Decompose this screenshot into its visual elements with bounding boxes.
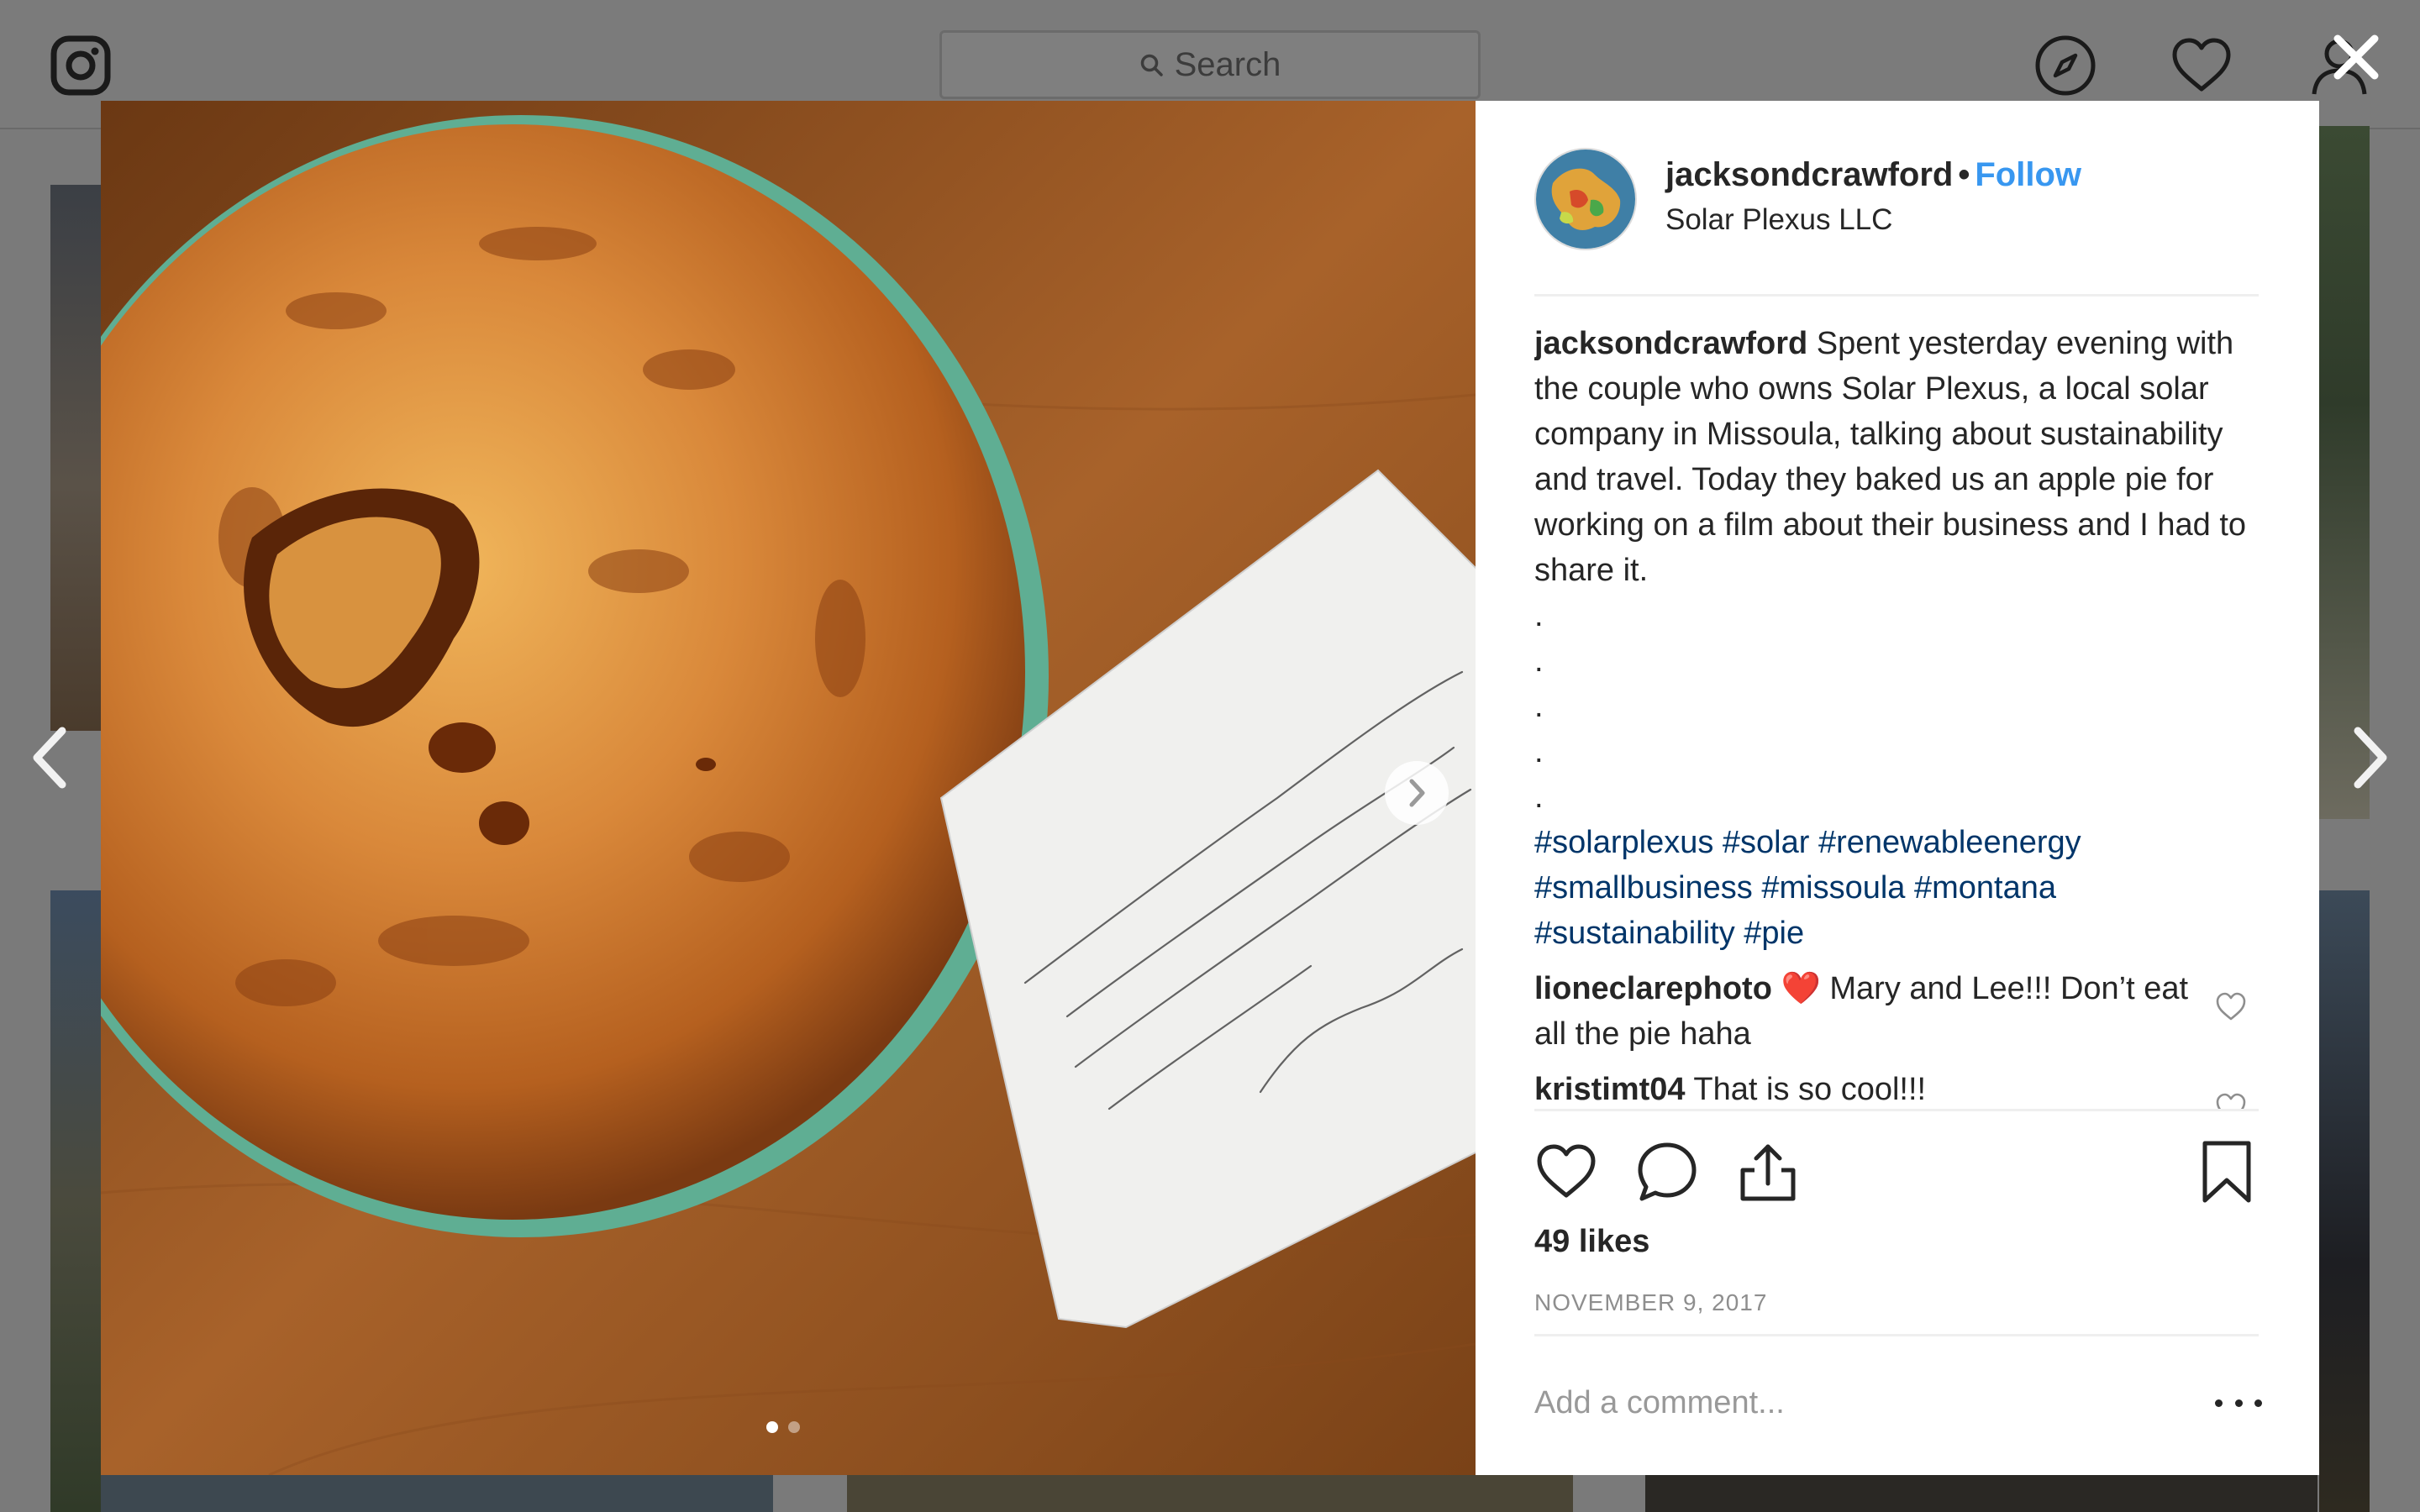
separator-dot: • [1958, 156, 1970, 193]
post-modal: jacksondcrawford • Follow Solar Plexus LLC… [101, 101, 2319, 1475]
hashtags: #solarplexus #solar #renewableenergy #sm… [1534, 820, 2259, 956]
like-heart-icon[interactable] [1534, 1140, 1598, 1204]
carousel-dot-active [766, 1421, 778, 1433]
hashtag-link[interactable]: #missoula [1761, 870, 1905, 906]
comment-username[interactable]: lioneclarephoto [1534, 971, 1772, 1006]
comments-list[interactable]: jacksondcrawford Spent yesterday evening… [1534, 321, 2259, 1211]
more-dot-icon [2234, 1399, 2243, 1407]
carousel-dot [788, 1421, 800, 1433]
caption-dot: . [1534, 643, 1544, 679]
comment-bubble-icon[interactable] [1635, 1140, 1699, 1204]
comment-item: lioneclarephoto ❤️ Mary and Lee!!! Don’t… [1534, 966, 2259, 1057]
divider [1534, 1334, 2259, 1336]
post-caption: jacksondcrawford Spent yesterday evening… [1534, 321, 2259, 956]
search-input[interactable]: Search [939, 30, 1481, 99]
post-header: jacksondcrawford • Follow Solar Plexus LLC [1534, 148, 2259, 297]
hashtag-link[interactable]: #smallbusiness [1534, 870, 1753, 906]
background-grid-tile[interactable] [50, 890, 101, 1512]
post-author-line: jacksondcrawford • Follow [1665, 156, 2081, 194]
comment-username[interactable]: kristimt04 [1534, 1072, 1686, 1107]
close-modal-icon[interactable] [2329, 30, 2383, 84]
post-date: NOVEMBER 9, 2017 [1534, 1289, 1768, 1315]
search-placeholder: Search [1174, 45, 1281, 83]
hashtag-link[interactable]: #solarplexus [1534, 825, 1713, 860]
previous-post-arrow-icon[interactable] [25, 724, 76, 791]
post-actions: 49 likes NOVEMBER 9, 2017 [1534, 1109, 2259, 1315]
avatar-map-icon [1536, 150, 1635, 249]
apple-pie-photo [101, 101, 1476, 1475]
next-post-arrow-icon[interactable] [2344, 724, 2395, 791]
more-dot-icon [2215, 1399, 2223, 1407]
background-grid-tile[interactable] [847, 1474, 1573, 1512]
post-photo[interactable] [101, 101, 1476, 1475]
caption-text: Spent yesterday evening with the couple … [1534, 326, 2247, 588]
comment-text: That is so cool!!! [1693, 1072, 1927, 1107]
hashtag-link[interactable]: #pie [1744, 916, 1804, 951]
background-grid-tile[interactable] [101, 1474, 773, 1512]
more-options-button[interactable] [2215, 1379, 2262, 1426]
hashtag-link[interactable]: #sustainability [1534, 916, 1735, 951]
background-grid-tile[interactable] [2319, 126, 2370, 819]
post-sidebar: jacksondcrawford • Follow Solar Plexus LLC… [1476, 101, 2319, 1475]
carousel-indicator [766, 1421, 800, 1433]
explore-compass-icon[interactable] [2033, 34, 2097, 97]
hashtag-link[interactable]: #montana [1914, 870, 2056, 906]
search-icon [1140, 54, 1163, 76]
share-upload-icon[interactable] [1736, 1140, 1800, 1204]
background-grid-tile[interactable] [2319, 890, 2370, 1512]
post-location[interactable]: Solar Plexus LLC [1665, 203, 1892, 237]
caption-username[interactable]: jacksondcrawford [1534, 326, 1807, 361]
comment-like-heart-icon[interactable] [2215, 991, 2247, 1021]
hashtag-link[interactable]: #renewableenergy [1818, 825, 2081, 860]
caption-dot: . [1534, 689, 1544, 724]
caption-dot: . [1534, 734, 1544, 769]
avatar[interactable] [1534, 148, 1637, 250]
post-author-username[interactable]: jacksondcrawford [1665, 156, 1953, 193]
background-grid-tile[interactable] [50, 185, 101, 731]
add-comment-input[interactable] [1534, 1369, 2173, 1436]
comment-item: kristimt04 That is so cool!!! [1534, 1067, 2259, 1121]
follow-button[interactable]: Follow [1975, 156, 2081, 193]
photo-next-button[interactable] [1385, 761, 1449, 825]
caption-dot: . [1534, 598, 1544, 633]
save-bookmark-icon[interactable] [2195, 1140, 2259, 1204]
instagram-logo-icon[interactable] [50, 35, 111, 96]
comment-emoji: ❤️ [1781, 971, 1821, 1006]
hashtag-link[interactable]: #solar [1723, 825, 1810, 860]
chevron-right-icon [1409, 779, 1425, 807]
more-dot-icon [2254, 1399, 2262, 1407]
activity-heart-icon[interactable] [2170, 34, 2233, 97]
background-grid-tile[interactable] [1645, 1474, 2317, 1512]
likes-count[interactable]: 49 likes [1534, 1224, 1649, 1260]
caption-dot: . [1534, 780, 1544, 815]
